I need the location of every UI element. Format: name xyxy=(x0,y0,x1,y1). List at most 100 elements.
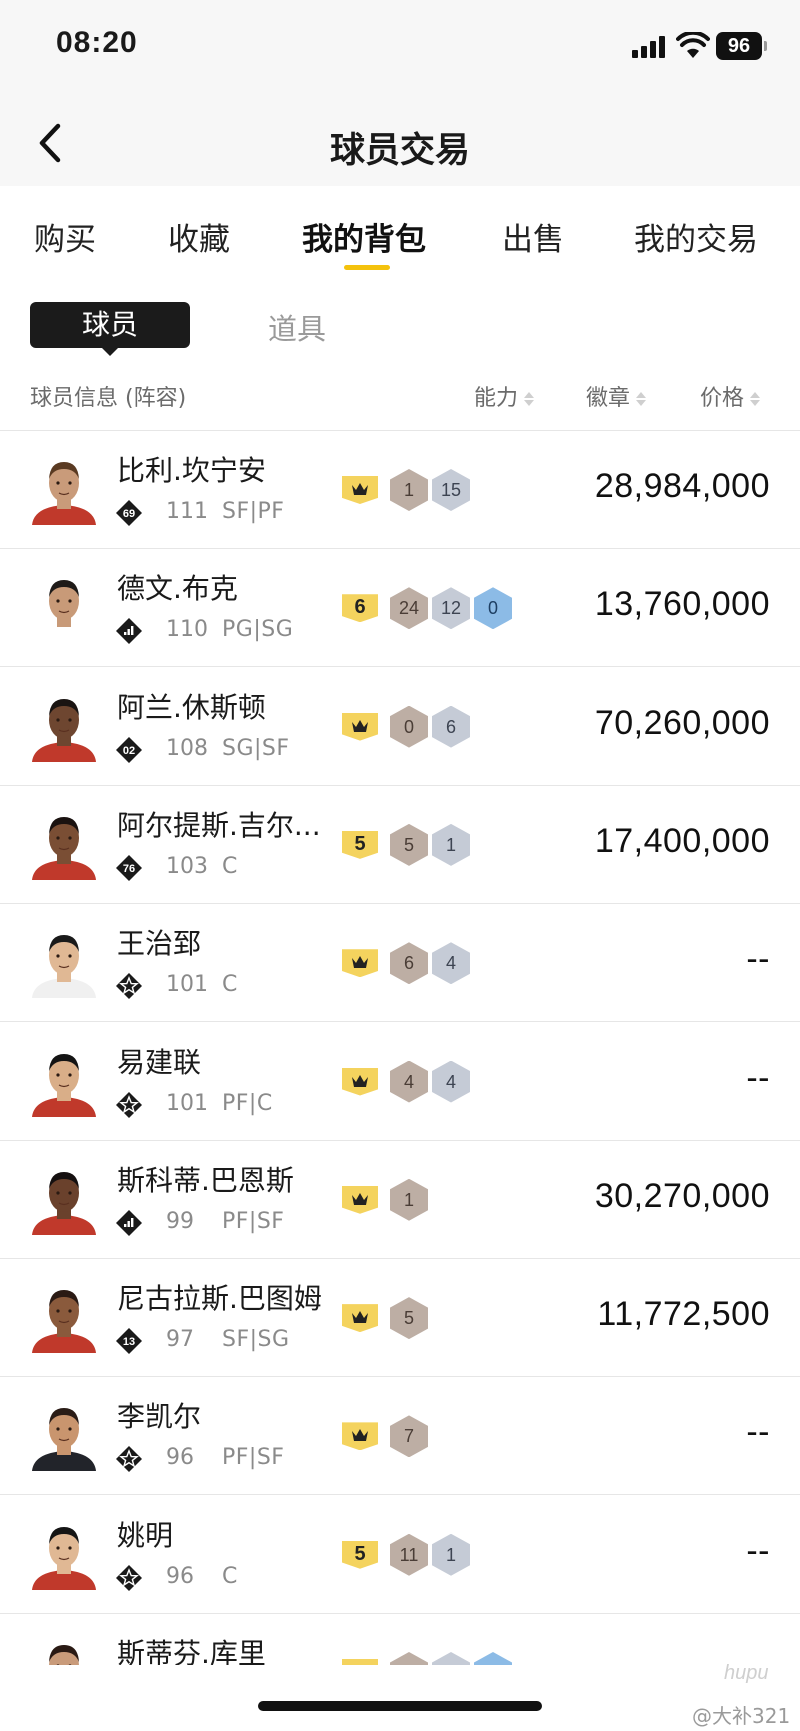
bronze-badge-count: 1 xyxy=(390,469,428,511)
upgrade-level: 5 xyxy=(342,830,378,859)
player-overall: 103 xyxy=(166,853,208,879)
crown-icon xyxy=(342,712,378,741)
page-title: 球员交易 xyxy=(329,131,470,171)
tier-icon xyxy=(116,1091,142,1118)
segment-players[interactable]: 球员 xyxy=(30,302,190,348)
player-row[interactable]: 比利.坎宁安 69 111 SF|PF 1 15 28,984,000 xyxy=(0,431,800,549)
blue-badge-count xyxy=(474,1652,512,1665)
tier-icon xyxy=(116,1446,142,1473)
player-row[interactable]: 阿兰.休斯顿 02 108 SG|SF 0 6 70,260,000 xyxy=(0,668,800,786)
tier-icon xyxy=(116,618,142,645)
player-name: 德文.布克 xyxy=(117,572,238,606)
crown-glyph xyxy=(352,1311,368,1324)
player-row[interactable]: 德文.布克 110 PG|SG 6 24 12 0 13,760,000 xyxy=(0,549,800,668)
player-row[interactable]: 斯蒂芬.库里 xyxy=(0,1614,800,1665)
player-row[interactable]: 尼古拉斯.巴图姆 13 97 SF|SG 5 11,772,500 xyxy=(0,1259,800,1378)
bronze-badge-count: 1 xyxy=(390,1178,428,1221)
crown-icon xyxy=(342,1659,378,1665)
player-avatar xyxy=(32,1408,96,1472)
tier-icon xyxy=(116,973,142,1000)
player-avatar xyxy=(32,1171,96,1235)
player-row[interactable]: 姚明 96 C 5 11 1 -- xyxy=(0,1496,800,1614)
column-price-label: 价格 xyxy=(700,386,745,411)
player-name: 易建联 xyxy=(117,1045,202,1079)
battery-tip xyxy=(764,41,767,51)
player-price: 28,984,000 xyxy=(594,467,770,505)
player-overall: 101 xyxy=(166,972,208,998)
player-avatar xyxy=(32,462,96,525)
cellular-signal-icon xyxy=(632,36,665,58)
player-position: SF|PF xyxy=(222,499,285,524)
player-position: PF|C xyxy=(222,1090,273,1116)
watermark-logo: hupu xyxy=(724,1662,769,1684)
player-row[interactable]: 阿尔提斯.吉尔... 76 103 C 5 5 1 17,400,000 xyxy=(0,786,800,904)
crown-glyph xyxy=(352,1429,368,1442)
watermark-user: @大补321 xyxy=(692,1704,791,1728)
svg-text:13: 13 xyxy=(123,1336,135,1348)
player-name: 李凯尔 xyxy=(117,1400,202,1434)
player-avatar xyxy=(32,580,96,644)
player-price: 70,260,000 xyxy=(594,703,770,742)
nav-bar: 球员交易 xyxy=(0,100,800,186)
player-name: 比利.坎宁安 xyxy=(117,454,266,487)
player-price: -- xyxy=(746,940,770,979)
player-avatar xyxy=(32,698,96,762)
column-badges-label: 徽章 xyxy=(586,386,631,411)
tier-icon: 02 xyxy=(116,736,142,763)
column-badges[interactable]: 徽章 xyxy=(586,380,647,412)
svg-text:69: 69 xyxy=(123,508,135,520)
player-price: 17,400,000 xyxy=(594,821,770,860)
crown-icon xyxy=(342,1304,378,1333)
tab-sell[interactable]: 出售 xyxy=(502,214,564,259)
tab-my-backpack[interactable]: 我的背包 xyxy=(302,214,426,259)
segment-items[interactable]: 道具 xyxy=(268,306,326,348)
tab-bar: 购买 收藏 我的背包 出售 我的交易 xyxy=(0,186,800,276)
player-overall: 99 xyxy=(166,1208,194,1234)
column-ability-label: 能力 xyxy=(474,386,519,411)
player-avatar xyxy=(32,816,96,880)
tab-buy[interactable]: 购买 xyxy=(34,214,96,259)
player-price: 13,760,000 xyxy=(594,585,770,624)
player-price: -- xyxy=(746,1058,770,1097)
svg-text:76: 76 xyxy=(123,863,135,875)
silver-badge-count: 12 xyxy=(432,587,470,630)
bronze-badge-count: 24 xyxy=(390,587,428,630)
player-position: PF|SF xyxy=(222,1208,285,1234)
player-position: PG|SG xyxy=(222,617,294,643)
sort-icon xyxy=(636,392,647,406)
bronze-badge-count: 4 xyxy=(390,1060,428,1103)
crown-icon xyxy=(342,476,378,504)
player-name: 斯科蒂.巴恩斯 xyxy=(117,1163,294,1197)
tab-favorites[interactable]: 收藏 xyxy=(168,214,230,259)
column-price[interactable]: 价格 xyxy=(700,380,761,412)
active-tab-indicator xyxy=(344,265,390,270)
player-row[interactable]: 李凯尔 96 PF|SF 7 -- xyxy=(0,1377,800,1496)
player-overall: 96 xyxy=(166,1563,194,1589)
player-overall: 96 xyxy=(166,1445,194,1471)
player-overall: 97 xyxy=(166,1327,194,1353)
player-name: 王治郅 xyxy=(117,927,202,961)
player-row[interactable]: 易建联 101 PF|C 4 4 -- xyxy=(0,1023,800,1141)
silver-badge-count: 1 xyxy=(432,1533,470,1576)
tab-my-trades[interactable]: 我的交易 xyxy=(634,214,758,259)
crown-icon xyxy=(342,949,378,978)
player-position: C xyxy=(222,972,238,998)
crown-glyph xyxy=(352,956,368,969)
segment-pointer xyxy=(100,346,120,356)
crown-icon xyxy=(342,1422,378,1451)
player-row[interactable]: 斯科蒂.巴恩斯 99 PF|SF 1 30,270,000 xyxy=(0,1141,800,1259)
player-row[interactable]: 王治郅 101 C 6 4 -- xyxy=(0,904,800,1023)
sort-icon xyxy=(750,392,761,406)
player-position: PF|SF xyxy=(222,1445,285,1471)
status-time: 08:20 xyxy=(56,26,138,59)
player-name: 阿尔提斯.吉尔... xyxy=(117,808,321,842)
column-ability[interactable]: 能力 xyxy=(474,380,535,412)
player-name: 阿兰.休斯顿 xyxy=(117,690,266,724)
player-position: SF|SG xyxy=(222,1327,290,1353)
svg-text:02: 02 xyxy=(123,745,135,757)
status-bar: 08:20 96 xyxy=(0,0,800,100)
player-price: -- xyxy=(746,1413,770,1452)
sort-icon xyxy=(524,392,535,406)
silver-badge-count xyxy=(432,1652,470,1665)
player-avatar xyxy=(32,1290,96,1354)
